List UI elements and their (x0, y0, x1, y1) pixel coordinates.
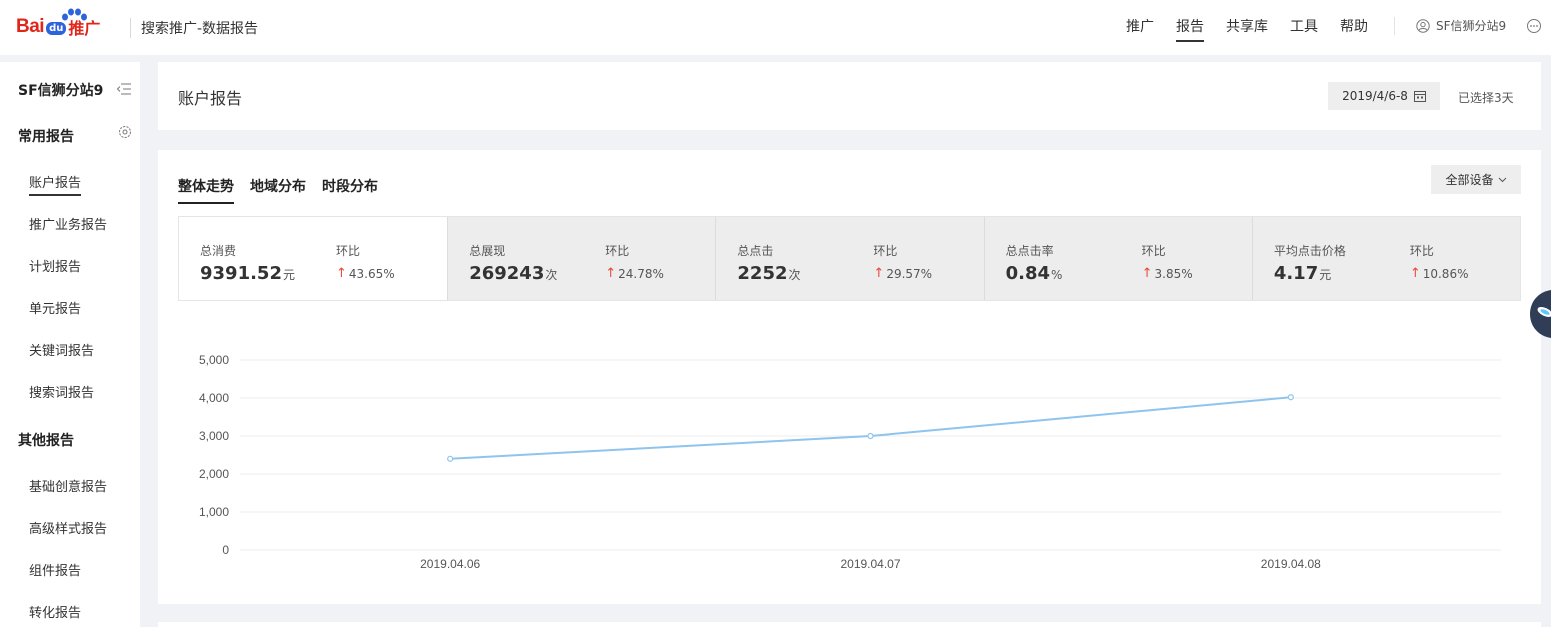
tab-time-period[interactable]: 时段分布 (322, 176, 378, 204)
device-select[interactable]: 全部设备 (1431, 165, 1521, 194)
y-tick-label: 0 (222, 543, 229, 557)
sidebar-item-advanced-style-report[interactable]: 高级样式报告 (29, 518, 107, 537)
metric-compare-label: 环比 (1409, 244, 1434, 258)
up-arrow-icon: ↑ (605, 266, 617, 281)
sidebar-item-plan-report[interactable]: 计划报告 (29, 256, 81, 275)
metric-label: 总点击 (737, 244, 774, 258)
sidebar-item-unit-report[interactable]: 单元报告 (29, 298, 81, 317)
metric-value: 9391.52元 (200, 263, 295, 284)
sidebar-item-conversion-report[interactable]: 转化报告 (29, 602, 81, 621)
sidebar-item-business-report[interactable]: 推广业务报告 (29, 214, 107, 233)
sidebar-item-account-report[interactable]: 账户报告 (29, 172, 82, 196)
nav-item-help[interactable]: 帮助 (1340, 0, 1368, 55)
sidebar-group-common: 常用报告 (18, 129, 74, 145)
chevron-down-icon (1498, 177, 1506, 182)
metric-value: 0.84% (1005, 263, 1063, 284)
baidu-logo[interactable]: Bai du 推广 (16, 8, 100, 46)
main-nav: 推广 报告 共享库 工具 帮助 (1126, 0, 1390, 55)
date-range-picker[interactable]: 2019/4/6-8 (1328, 82, 1440, 110)
metric-compare-label: 环比 (605, 244, 630, 258)
device-select-value: 全部设备 (1445, 173, 1494, 187)
paw-icon (62, 8, 87, 21)
metric-label: 总点击率 (1005, 244, 1054, 258)
page-title: 账户报告 (178, 89, 243, 108)
metric-value: 2252次 (737, 263, 801, 284)
report-header: 账户报告 2019/4/6-8 已选择3天 (158, 62, 1541, 130)
metric-compare: ↑ 24.78% (605, 266, 664, 281)
x-tick-label: 2019.04.07 (840, 557, 900, 571)
metric-total-cost[interactable]: 总消费 9391.52元 环比 ↑ 43.65% (179, 217, 448, 300)
sidebar-account-name: SF信狮分站9 (18, 83, 104, 99)
user-menu[interactable]: SF信狮分站9 (1416, 17, 1506, 34)
nav-divider (1394, 17, 1395, 35)
up-arrow-icon: ↑ (873, 266, 885, 281)
sidebar-item-keyword-report[interactable]: 关键词报告 (29, 340, 94, 359)
metrics-row: 总消费 9391.52元 环比 ↑ 43.65% 总展现 269243次 环比 ↑… (178, 216, 1521, 301)
tab-region[interactable]: 地域分布 (250, 176, 306, 204)
metric-label: 平均点击价格 (1273, 244, 1346, 258)
nav-item-tools[interactable]: 工具 (1290, 0, 1318, 55)
metric-compare-label: 环比 (1141, 244, 1166, 258)
floating-assistant-widget[interactable] (1528, 288, 1551, 340)
metric-compare: ↑ 43.65% (336, 266, 395, 281)
report-tabs: 整体走势 地域分布 时段分布 (178, 176, 394, 204)
logo-bai-text: Bai (16, 16, 45, 37)
y-tick-label: 5,000 (199, 353, 229, 367)
y-tick-label: 4,000 (199, 391, 229, 405)
metric-compare-label: 环比 (873, 244, 898, 258)
sidebar-item-creative-report[interactable]: 基础创意报告 (29, 476, 107, 495)
tab-overall-trend[interactable]: 整体走势 (178, 176, 234, 204)
data-point (1287, 394, 1294, 401)
metric-compare: ↑ 29.57% (873, 266, 933, 281)
metric-value: 4.17元 (1273, 263, 1332, 284)
up-arrow-icon: ↑ (336, 266, 347, 281)
logo-du-badge: du (46, 21, 67, 35)
collapse-sidebar-icon[interactable] (116, 83, 132, 95)
selected-days-label: 已选择3天 (1458, 91, 1514, 105)
y-tick-label: 2,000 (199, 467, 229, 481)
up-arrow-icon: ↑ (1409, 266, 1421, 281)
metric-total-impressions[interactable]: 总展现 269243次 环比 ↑ 24.78% (447, 217, 716, 300)
report-main-panel: 整体走势 地域分布 时段分布 全部设备 总消费 9391.52元 环比 ↑ 43.… (158, 150, 1541, 604)
metric-label: 总消费 (200, 244, 237, 258)
y-tick-label: 1,000 (199, 505, 229, 519)
metric-label: 总展现 (469, 244, 506, 258)
metric-value: 269243次 (469, 263, 558, 284)
sidebar: SF信狮分站9 常用报告 账户报告 推广业务报告 计划报告 单元报告 关键词报告… (0, 62, 140, 627)
next-card-edge (158, 622, 1541, 627)
sidebar-group-other: 其他报告 (18, 433, 74, 449)
y-tick-label: 3,000 (199, 429, 229, 443)
sidebar-item-component-report[interactable]: 组件报告 (29, 560, 81, 579)
nav-item-report[interactable]: 报告 (1176, 0, 1204, 55)
data-point (447, 455, 454, 462)
user-name: SF信狮分站9 (1436, 19, 1507, 33)
trend-line-chart[interactable]: 5,000 4,000 3,000 2,000 1,000 0 2019.04.06 2019… (158, 340, 1541, 590)
nav-item-shared-library[interactable]: 共享库 (1226, 0, 1268, 55)
data-point (867, 432, 874, 440)
metric-total-clicks[interactable]: 总点击 2252次 环比 ↑ 29.57% (715, 217, 984, 300)
metric-compare: ↑ 3.85% (1141, 266, 1193, 281)
metric-avg-cpc[interactable]: 平均点击价格 4.17元 环比 ↑ 10.86% (1251, 217, 1521, 300)
metric-compare: ↑ 10.86% (1409, 266, 1469, 281)
metric-ctr[interactable]: 总点击率 0.84% 环比 ↑ 3.85% (983, 217, 1252, 300)
more-icon[interactable] (1526, 18, 1542, 34)
x-tick-label: 2019.04.08 (1261, 557, 1321, 571)
calendar-icon (1413, 91, 1426, 102)
nav-item-tuiguang[interactable]: 推广 (1126, 0, 1154, 55)
app-title: 搜索推广-数据报告 (141, 21, 259, 37)
x-tick-label: 2019.04.06 (420, 557, 480, 571)
gear-icon[interactable] (118, 125, 132, 139)
metric-compare-label: 环比 (336, 244, 361, 258)
sidebar-item-search-term-report[interactable]: 搜索词报告 (29, 382, 94, 401)
up-arrow-icon: ↑ (1141, 266, 1153, 281)
logo-divider (130, 18, 131, 38)
user-icon (1416, 18, 1430, 33)
date-range-value: 2019/4/6-8 (1342, 89, 1408, 103)
top-navbar: Bai du 推广 搜索推广-数据报告 推广 报告 共享库 工具 帮助 SF信狮… (0, 0, 1551, 55)
series-line (450, 396, 1291, 460)
